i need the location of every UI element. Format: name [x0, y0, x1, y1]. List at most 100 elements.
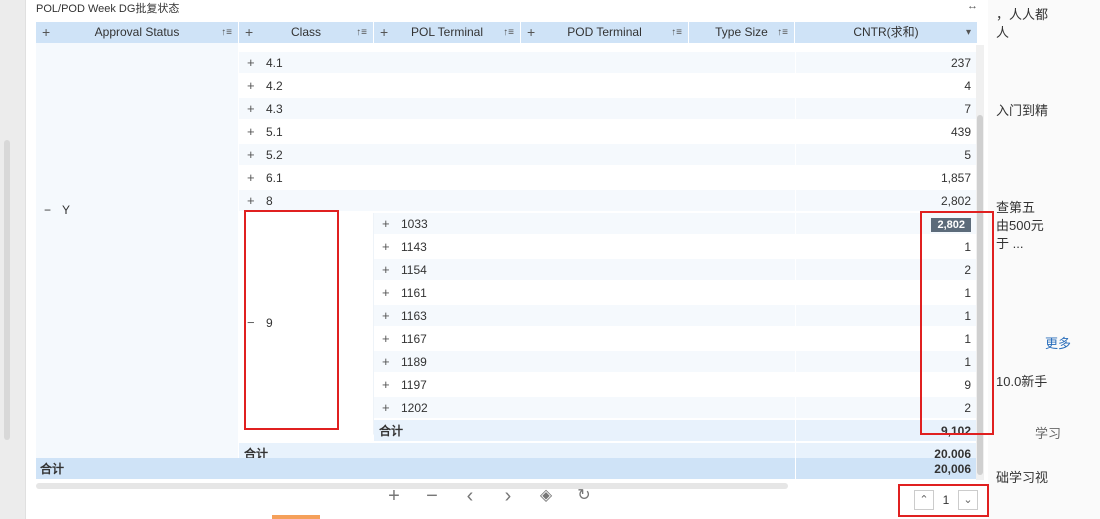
expand-icon[interactable]: +: [382, 351, 390, 373]
approval-group-cell[interactable]: − Y: [36, 43, 239, 458]
sort-icon[interactable]: ↑≡: [356, 22, 367, 43]
expand-icon[interactable]: +: [382, 282, 390, 304]
sort-icon[interactable]: ↑≡: [503, 22, 514, 43]
value-cell[interactable]: 4: [795, 75, 977, 97]
header-cntr[interactable]: CNTR(求和) ▾: [795, 22, 977, 43]
table-row[interactable]: +4.2: [239, 75, 795, 97]
class-label: 6.1: [266, 171, 283, 185]
pivot-widget: POL/POD Week DG批复状态 ↔ + Approval Status …: [26, 0, 994, 519]
table-row[interactable]: +1202: [374, 397, 795, 419]
expand-icon[interactable]: +: [382, 305, 390, 327]
approval-value: Y: [62, 203, 71, 217]
expand-icon[interactable]: +: [247, 98, 255, 120]
chevron-right-icon[interactable]: ›: [495, 484, 521, 510]
header-label: POL Terminal: [410, 25, 484, 39]
left-scrollbar[interactable]: [4, 140, 10, 440]
sort-icon[interactable]: ↑≡: [671, 22, 682, 43]
sort-icon[interactable]: ↑≡: [221, 22, 232, 43]
highlight-box: [244, 210, 339, 430]
subtotal-row[interactable]: 合计: [374, 420, 795, 442]
grand-total-row[interactable]: 合计: [36, 458, 795, 480]
fit-screen-icon[interactable]: ◈: [533, 484, 559, 510]
terminal-label: 1033: [401, 217, 428, 231]
expand-icon[interactable]: +: [382, 374, 390, 396]
table-row[interactable]: [239, 43, 795, 51]
screen: ，人人都 人 入门到精 查第五 由500元 于 ... 更多 10.0新手 学习…: [0, 0, 1100, 519]
table-row[interactable]: +1143: [374, 236, 795, 258]
value-cell[interactable]: 2,802: [795, 190, 977, 212]
expand-icon[interactable]: +: [382, 213, 390, 235]
widget-title: POL/POD Week DG批复状态: [36, 3, 180, 15]
bottom-tab-indicator: [272, 515, 320, 519]
sidebar-text[interactable]: 查第五: [996, 197, 1035, 216]
terminal-label: 1161: [401, 286, 427, 300]
right-sidebar: ，人人都 人 入门到精 查第五 由500元 于 ... 更多 10.0新手 学习…: [988, 0, 1100, 519]
subtotal-label: 合计: [379, 424, 404, 438]
header-label: Class: [290, 25, 321, 39]
dropdown-icon[interactable]: ▾: [966, 22, 971, 43]
table-header: + Approval Status ↑≡ + Class ↑≡ + POL Te…: [36, 22, 977, 43]
expand-icon[interactable]: +: [247, 190, 255, 212]
terminal-label: 1202: [401, 401, 428, 415]
sidebar-text[interactable]: 入门到精: [996, 100, 1048, 119]
sidebar-text: 人: [996, 25, 1010, 40]
expand-icon[interactable]: +: [247, 167, 255, 189]
sidebar-text[interactable]: 10.0新手: [996, 371, 1047, 390]
cntr-value: 7: [964, 102, 971, 116]
collapse-icon[interactable]: −: [44, 203, 51, 217]
terminal-label: 1154: [401, 263, 427, 277]
header-label: Approval Status: [94, 25, 180, 39]
header-type-size[interactable]: Type Size ↑≡: [689, 22, 795, 43]
expand-all-icon[interactable]: +: [381, 484, 407, 510]
class-label: 4.3: [266, 102, 283, 116]
chevron-left-icon[interactable]: ‹: [457, 484, 483, 510]
table-row[interactable]: +1161: [374, 282, 795, 304]
value-cell[interactable]: [795, 43, 977, 51]
sidebar-text[interactable]: 础学习视: [996, 467, 1048, 486]
table-row[interactable]: +4.3: [239, 98, 795, 120]
table-row[interactable]: +1167: [374, 328, 795, 350]
expand-icon[interactable]: +: [247, 75, 255, 97]
table-row[interactable]: +1197: [374, 374, 795, 396]
value-cell[interactable]: 1,857: [795, 167, 977, 189]
table-row[interactable]: +5.2: [239, 144, 795, 166]
expand-icon[interactable]: +: [247, 121, 255, 143]
terminal-label: 1197: [401, 378, 427, 392]
sort-icon[interactable]: ↑≡: [777, 22, 788, 43]
value-cell[interactable]: 439: [795, 121, 977, 143]
value-cell[interactable]: 7: [795, 98, 977, 120]
sidebar-text[interactable]: 于 ...: [996, 233, 1023, 252]
expand-icon[interactable]: +: [382, 259, 390, 281]
header-pod-terminal[interactable]: + POD Terminal ↑≡: [521, 22, 689, 43]
sidebar-text[interactable]: 学习: [1035, 423, 1061, 442]
table-row[interactable]: +1163: [374, 305, 795, 327]
terminal-label: 1167: [401, 332, 427, 346]
grand-total-value: 20,006: [934, 462, 971, 476]
header-class[interactable]: + Class ↑≡: [239, 22, 374, 43]
sidebar-text[interactable]: 由500元: [996, 215, 1044, 234]
header-approval-status[interactable]: + Approval Status ↑≡: [36, 22, 239, 43]
fit-width-icon[interactable]: ↔: [967, 0, 978, 12]
horizontal-scrollbar[interactable]: [36, 483, 788, 489]
collapse-all-icon[interactable]: −: [419, 484, 445, 510]
reset-icon[interactable]: ↻: [571, 484, 597, 510]
table-row[interactable]: +5.1: [239, 121, 795, 143]
value-cell[interactable]: 5: [795, 144, 977, 166]
grand-total-value-cell[interactable]: 20,006: [795, 458, 977, 480]
expand-icon[interactable]: +: [247, 144, 255, 166]
header-pol-terminal[interactable]: + POL Terminal ↑≡: [374, 22, 521, 43]
value-cell[interactable]: 237: [795, 52, 977, 74]
table-row[interactable]: +1154: [374, 259, 795, 281]
more-link[interactable]: 更多: [1045, 333, 1071, 352]
table-row[interactable]: +1033: [374, 213, 795, 235]
expand-icon[interactable]: +: [382, 397, 390, 419]
table-row[interactable]: +4.1: [239, 52, 795, 74]
table-row[interactable]: +1189: [374, 351, 795, 373]
highlight-box: [898, 484, 989, 517]
table-row[interactable]: +6.1: [239, 167, 795, 189]
cntr-value: 237: [950, 56, 971, 70]
expand-icon[interactable]: +: [382, 236, 390, 258]
table-row[interactable]: +8: [239, 190, 795, 212]
expand-icon[interactable]: +: [382, 328, 390, 350]
expand-icon[interactable]: +: [247, 52, 255, 74]
